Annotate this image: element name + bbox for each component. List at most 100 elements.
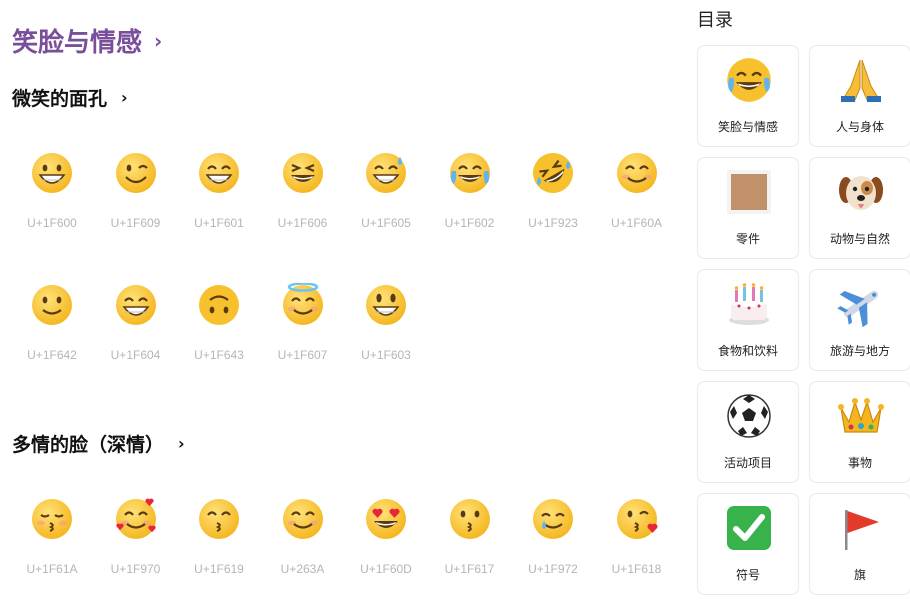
emoji-cell[interactable]: U+1F602 bbox=[428, 138, 512, 248]
toc-card[interactable]: 人与身体 bbox=[809, 45, 910, 147]
emoji-cell[interactable]: U+1F618 bbox=[595, 484, 679, 594]
emoji-cell[interactable]: U+1F60D bbox=[344, 484, 428, 594]
folded-hands-icon bbox=[837, 56, 885, 104]
emoji-cell[interactable]: U+1F604 bbox=[94, 270, 178, 380]
emoji-code: U+1F607 bbox=[277, 348, 328, 362]
emoji-cell[interactable]: U+1F643 bbox=[177, 270, 261, 380]
emoji-cell[interactable]: U+1F607 bbox=[261, 270, 345, 380]
emoji-code: U+1F923 bbox=[528, 216, 578, 230]
emoji-cell[interactable]: U+1F603 bbox=[344, 270, 428, 380]
skin-tone-swatch-icon bbox=[725, 168, 773, 216]
emoji-cell[interactable]: U+1F619 bbox=[177, 484, 261, 594]
section-title-affection[interactable]: 多情的脸（深情） › bbox=[12, 430, 185, 457]
toc-card-label: 活动项目 bbox=[723, 456, 772, 470]
emoji-code: U+1F618 bbox=[611, 562, 662, 576]
emoji-code: U+1F60D bbox=[360, 562, 412, 576]
emoji-code: U+1F602 bbox=[444, 216, 495, 230]
birthday-cake-icon bbox=[725, 280, 773, 328]
kissing-closed-eyes-face-icon bbox=[30, 497, 74, 541]
toc-card[interactable]: 旅游与地方 bbox=[809, 269, 910, 371]
emoji-code: U+1F61A bbox=[26, 562, 78, 576]
toc-card[interactable]: 符号 bbox=[697, 493, 799, 595]
emoji-category-panel: 笑脸与情感 › 微笑的面孔 › U+1F600 U+1F609 U+1F601 U+1… bbox=[0, 0, 690, 602]
emoji-cell[interactable]: U+1F972 bbox=[511, 484, 595, 594]
emoji-code: U+1F617 bbox=[444, 562, 495, 576]
rolling-on-floor-laughing-icon bbox=[531, 151, 575, 195]
big-eyes-grinning-face-icon bbox=[364, 283, 408, 327]
section-title-text: 微笑的面孔 bbox=[12, 88, 108, 110]
emoji-code: U+1F609 bbox=[110, 216, 161, 230]
toc-card-label: 笑脸与情感 bbox=[717, 120, 778, 134]
emoji-cell[interactable]: U+1F61A bbox=[10, 484, 94, 594]
heart-eyes-face-icon bbox=[364, 497, 408, 541]
emoji-cell[interactable]: U+1F606 bbox=[261, 138, 345, 248]
toc-card[interactable]: 活动项目 bbox=[697, 381, 799, 483]
emoji-cell[interactable]: U+1F601 bbox=[177, 138, 261, 248]
kissing-face-icon bbox=[448, 497, 492, 541]
emoji-cell[interactable]: U+1F605 bbox=[344, 138, 428, 248]
section-title-smiling[interactable]: 微笑的面孔 › bbox=[12, 84, 128, 111]
emoji-code: U+1F600 bbox=[27, 216, 77, 230]
toc-card-label: 旅游与地方 bbox=[829, 344, 890, 358]
chevron-right-icon: › bbox=[178, 434, 185, 453]
toc-card-label: 动物与自然 bbox=[829, 232, 890, 246]
toc-card-label: 旗 bbox=[853, 568, 866, 582]
emoji-code: U+1F643 bbox=[194, 348, 244, 362]
toc-card[interactable]: 旗 bbox=[809, 493, 910, 595]
upside-down-face-icon bbox=[197, 283, 241, 327]
airplane-icon bbox=[837, 280, 885, 328]
page-title-text: 笑脸与情感 bbox=[12, 28, 143, 58]
chevron-right-icon: › bbox=[154, 28, 163, 53]
grinning-sweat-face-icon bbox=[364, 151, 408, 195]
toc-card[interactable]: 笑脸与情感 bbox=[697, 45, 799, 147]
squinting-laughing-face-icon bbox=[281, 151, 325, 195]
smiling-hearts-face-icon bbox=[114, 497, 158, 541]
emoji-code: U+1F605 bbox=[361, 216, 411, 230]
emoji-cell[interactable]: U+1F609 bbox=[94, 138, 178, 248]
emoji-cell[interactable]: U+263A bbox=[261, 484, 345, 594]
chevron-right-icon: › bbox=[121, 88, 128, 107]
laughing-tears-icon bbox=[725, 56, 773, 104]
tears-of-joy-face-icon bbox=[448, 151, 492, 195]
emoji-code: U+263A bbox=[280, 562, 325, 576]
check-mark-button-icon bbox=[725, 504, 773, 552]
smiling-eyes-face-icon bbox=[615, 151, 659, 195]
emoji-code: U+1F619 bbox=[194, 562, 244, 576]
emoji-cell[interactable]: U+1F60A bbox=[595, 138, 679, 248]
toc-card-label: 人与身体 bbox=[835, 120, 884, 134]
toc-card[interactable]: 零件 bbox=[697, 157, 799, 259]
emoji-code: U+1F972 bbox=[528, 562, 578, 576]
emoji-code: U+1F604 bbox=[110, 348, 161, 362]
page-title[interactable]: 笑脸与情感 › bbox=[12, 22, 162, 59]
soccer-ball-icon bbox=[725, 392, 773, 440]
winking-face-icon bbox=[114, 151, 158, 195]
emoji-cell[interactable]: U+1F970 bbox=[94, 484, 178, 594]
toc-card[interactable]: 事物 bbox=[809, 381, 910, 483]
toc-card[interactable]: 食物和饮料 bbox=[697, 269, 799, 371]
toc-card-label: 食物和饮料 bbox=[717, 344, 778, 358]
triangular-flag-icon bbox=[837, 504, 885, 552]
kissing-smiling-eyes-face-icon bbox=[197, 497, 241, 541]
emoji-cell[interactable]: U+1F600 bbox=[10, 138, 94, 248]
emoji-cell[interactable]: U+1F642 bbox=[10, 270, 94, 380]
toc-card-label: 事物 bbox=[847, 456, 872, 470]
emoji-cell[interactable]: U+1F617 bbox=[428, 484, 512, 594]
toc-title: 目录 bbox=[697, 10, 733, 31]
emoji-code: U+1F970 bbox=[110, 562, 161, 576]
beaming-face-icon bbox=[197, 151, 241, 195]
emoji-code: U+1F60A bbox=[610, 216, 663, 230]
halo-face-icon bbox=[281, 282, 325, 327]
toc-card[interactable]: 动物与自然 bbox=[809, 157, 910, 259]
emoji-code: U+1F601 bbox=[194, 216, 244, 230]
toc-card-label: 符号 bbox=[735, 568, 760, 582]
emoji-code: U+1F603 bbox=[361, 348, 411, 362]
slightly-smiling-face-icon bbox=[30, 283, 74, 327]
emoji-cell[interactable]: U+1F923 bbox=[511, 138, 595, 248]
smiling-face-icon bbox=[281, 497, 325, 541]
crown-icon bbox=[837, 392, 885, 440]
grinning-face-icon bbox=[30, 151, 74, 195]
section-title-text: 多情的脸（深情） bbox=[12, 434, 165, 456]
smiling-tear-face-icon bbox=[531, 497, 575, 541]
grinning-smiling-eyes-face-icon bbox=[114, 283, 158, 327]
dog-face-icon bbox=[837, 168, 885, 216]
